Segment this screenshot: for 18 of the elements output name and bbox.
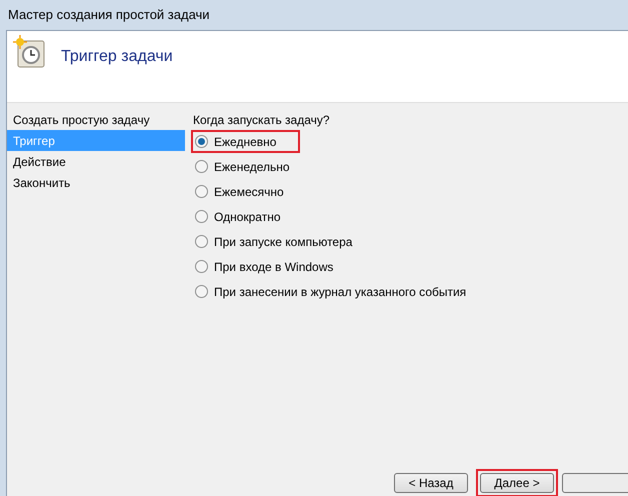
wizard-step: Закончить bbox=[7, 172, 185, 193]
radio-option[interactable]: Ежемесячно bbox=[191, 180, 308, 203]
wizard-step: Создать простую задачу bbox=[7, 109, 185, 130]
radio-option[interactable]: При запуске компьютера bbox=[191, 230, 376, 253]
question-label: Когда запускать задачу? bbox=[193, 112, 331, 127]
window-title: Мастер создания простой задачи bbox=[7, 6, 211, 24]
radio-option[interactable]: При занесении в журнал указанного события bbox=[191, 280, 490, 303]
radio-option[interactable]: Еженедельно bbox=[191, 155, 314, 178]
clock-icon bbox=[13, 35, 47, 69]
radio-option[interactable]: Однократно bbox=[191, 205, 305, 228]
page-heading: Триггер задачи bbox=[61, 47, 173, 67]
radio-option[interactable]: При входе в Windows bbox=[191, 255, 358, 278]
wizard-step: Триггер bbox=[7, 130, 185, 151]
radio-option[interactable]: Ежедневно bbox=[191, 130, 300, 153]
wizard-step: Действие bbox=[7, 151, 185, 172]
wizard-button[interactable]: < Назад bbox=[394, 473, 468, 493]
cancel-button[interactable] bbox=[562, 473, 628, 493]
wizard-button[interactable]: Далее > bbox=[480, 473, 554, 493]
